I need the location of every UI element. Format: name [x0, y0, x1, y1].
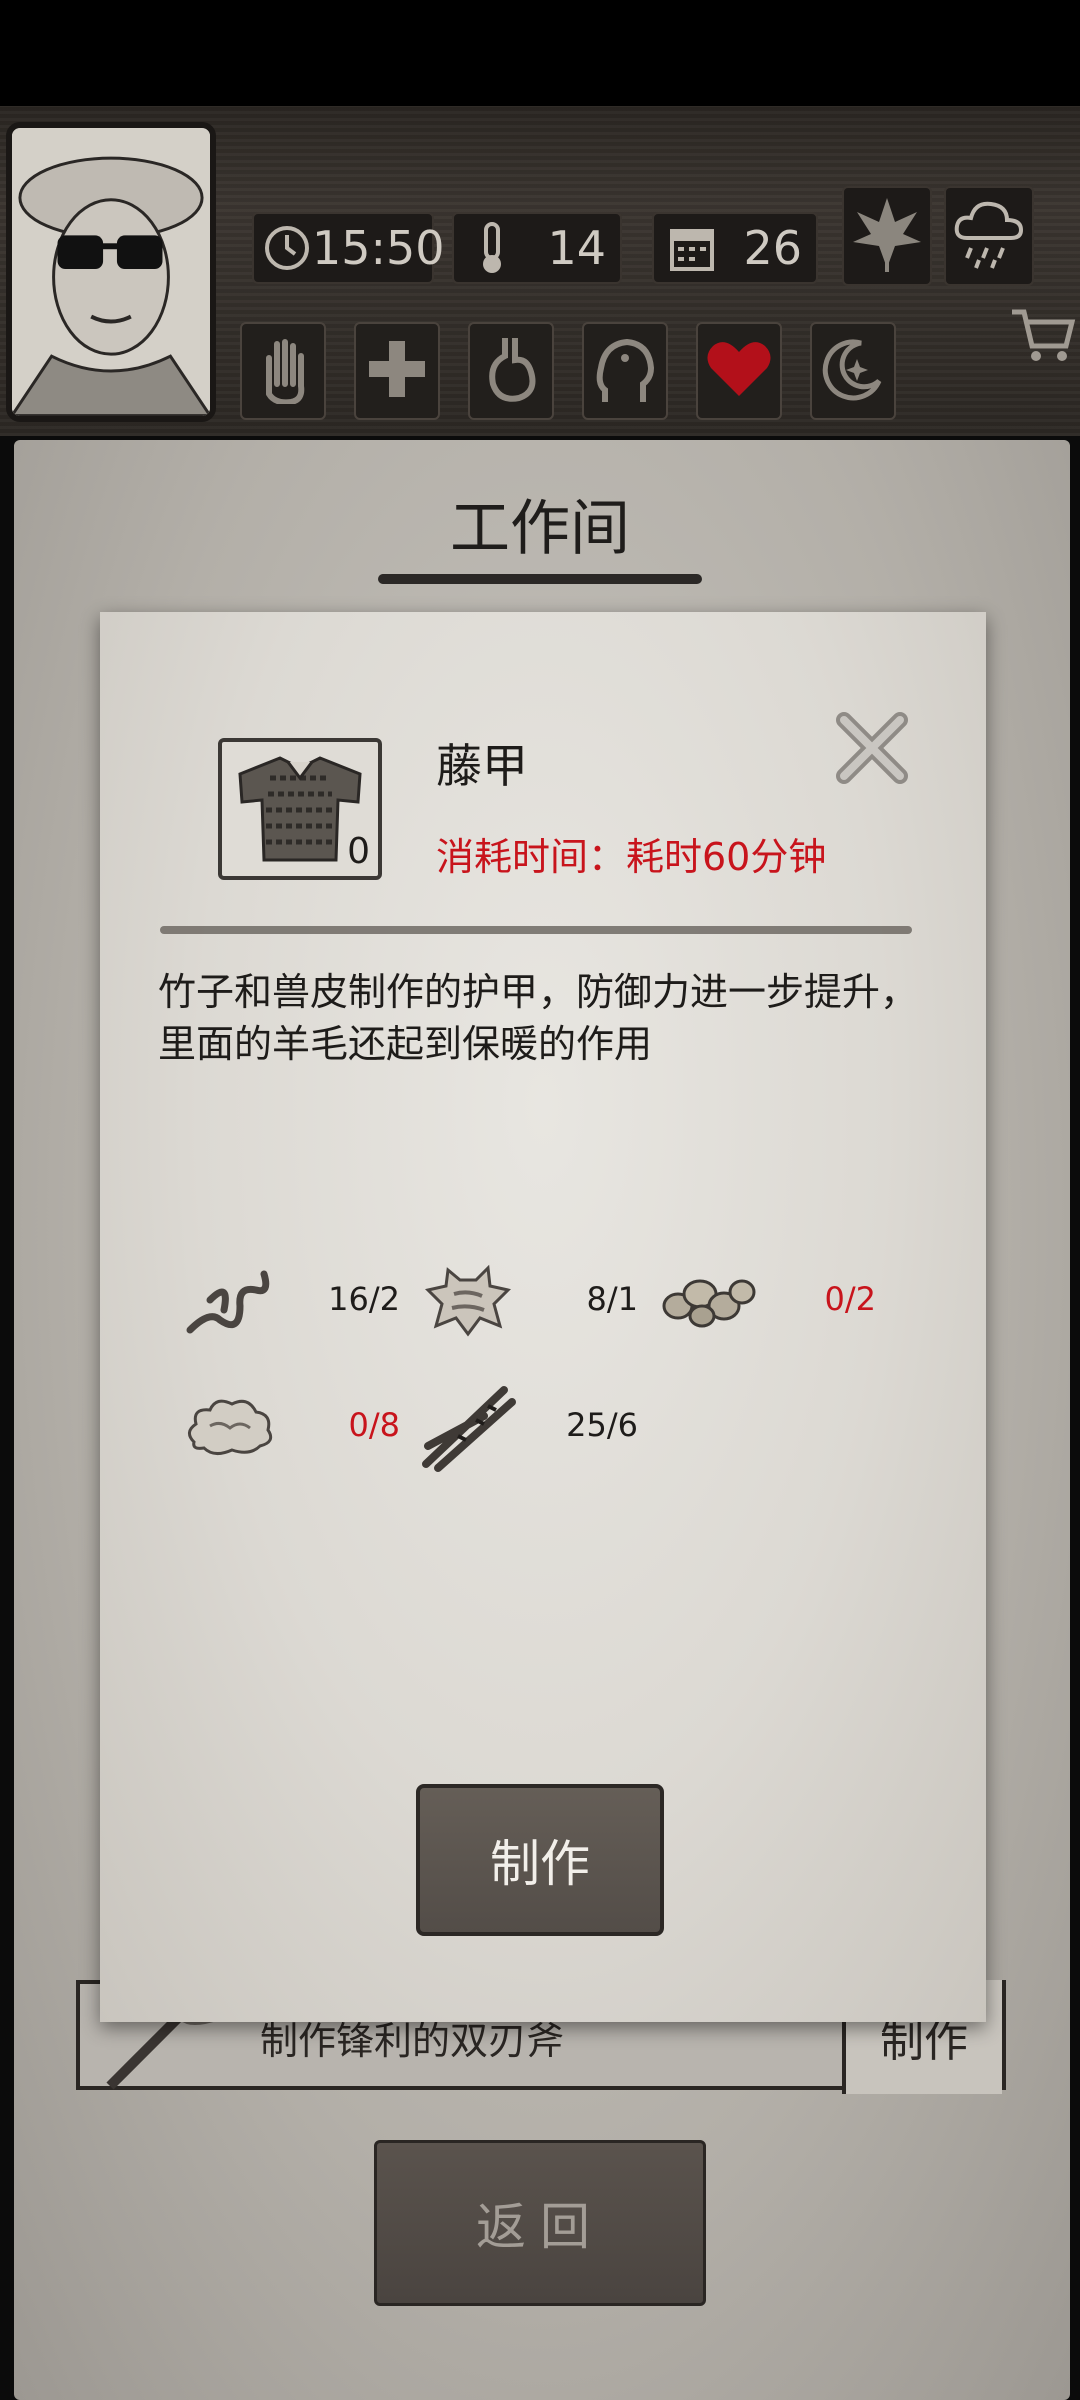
- close-button[interactable]: [830, 706, 914, 790]
- bamboo-icon: [418, 1376, 518, 1476]
- head-icon: [595, 334, 655, 408]
- status-bar: [0, 0, 1080, 106]
- cart-icon: [1010, 309, 1076, 370]
- material-stones: 0/2: [656, 1250, 876, 1350]
- make-button[interactable]: 制作: [416, 1784, 664, 1936]
- time-display: 15:50: [252, 212, 445, 284]
- stomach-icon: [483, 334, 539, 408]
- item-name: 藤甲: [436, 739, 528, 793]
- clock-icon: [262, 218, 312, 278]
- heart-icon: [705, 338, 773, 404]
- material-rope: 16/2: [180, 1250, 400, 1350]
- material-qty: 8/1: [586, 1280, 639, 1318]
- material-hide: 8/1: [418, 1250, 638, 1350]
- tool-head-button[interactable]: [582, 322, 668, 420]
- time-value: 15:50: [312, 221, 445, 275]
- season-button[interactable]: [842, 186, 932, 286]
- item-count: 0: [347, 831, 370, 872]
- material-qty: 0/8: [348, 1406, 401, 1444]
- thermometer-icon: [462, 218, 522, 278]
- item-description: 竹子和兽皮制作的护甲，防御力进一步提升，里面的羊毛还起到保暖的作用: [158, 970, 919, 1066]
- material-qty: 16/2: [328, 1280, 400, 1318]
- close-icon: [830, 712, 914, 794]
- tool-moon-button[interactable]: [810, 322, 896, 420]
- craft-time: 消耗时间：耗时60分钟: [436, 835, 827, 879]
- item-slot: 0: [218, 738, 382, 880]
- leaf-icon: [851, 194, 923, 278]
- day-value: 26: [743, 221, 802, 275]
- material-bamboo: 25/6: [418, 1376, 638, 1476]
- tool-hand-button[interactable]: [240, 322, 326, 420]
- medical-cross-icon: [365, 337, 429, 405]
- tool-stomach-button[interactable]: [468, 322, 554, 420]
- tool-heart-button[interactable]: [696, 322, 782, 420]
- temperature-value: 14: [547, 221, 606, 275]
- weather-button[interactable]: [944, 186, 1034, 286]
- animal-hide-icon: [418, 1250, 518, 1350]
- material-qty: 25/6: [566, 1406, 638, 1444]
- material-wool: 0/8: [180, 1376, 400, 1476]
- shop-cart-button[interactable]: [1010, 306, 1080, 370]
- item-detail-dialog: 0 藤甲 消耗时间：耗时60分钟 竹子和兽皮制作的护甲，防御力进一步提升，里面的…: [100, 612, 986, 2022]
- hand-icon: [255, 334, 311, 408]
- day-display: 26: [652, 212, 818, 284]
- moon-icon: [821, 337, 885, 405]
- page-title: 工作间: [450, 494, 630, 564]
- temperature-display: 14: [452, 212, 622, 284]
- calendar-icon: [662, 218, 722, 278]
- tool-medical-button[interactable]: [354, 322, 440, 420]
- material-qty: 0/2: [824, 1280, 877, 1318]
- stones-icon: [656, 1250, 756, 1350]
- back-button[interactable]: 返回: [374, 2140, 706, 2306]
- rain-cloud-icon: [951, 194, 1027, 278]
- divider: [160, 926, 912, 934]
- wool-icon: [180, 1376, 280, 1476]
- rope-icon: [180, 1250, 280, 1350]
- avatar[interactable]: [6, 122, 216, 422]
- title-underline: [378, 574, 702, 584]
